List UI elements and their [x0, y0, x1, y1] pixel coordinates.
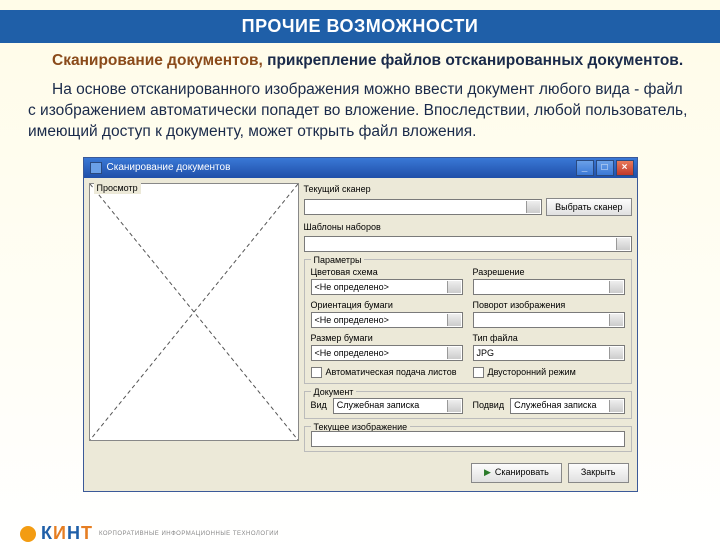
orientation-label: Ориентация бумаги — [311, 299, 463, 311]
preview-label: Просмотр — [94, 182, 141, 194]
preview-pane: Просмотр — [89, 183, 299, 441]
window-title: Сканирование документов — [107, 161, 574, 175]
doc-type-label: Вид — [311, 399, 327, 411]
document-fieldset: Документ Вид Служебная записка Подвид Сл… — [304, 391, 632, 419]
scan-button-label: Сканировать — [495, 466, 549, 478]
scanner-label: Текущий сканер — [304, 183, 632, 195]
autofeed-checkbox[interactable]: Автоматическая подача листов — [311, 366, 463, 378]
scanner-select[interactable] — [304, 199, 543, 215]
preview-placeholder-icon — [90, 184, 298, 440]
doc-subtype-select[interactable]: Служебная записка — [510, 398, 624, 414]
doc-type-select[interactable]: Служебная записка — [333, 398, 463, 414]
doc-subtype-label: Подвид — [473, 399, 505, 411]
autofeed-label: Автоматическая подача листов — [326, 366, 457, 378]
content-area: Сканирование документов, прикрепление фа… — [0, 51, 720, 492]
page-banner: ПРОЧИЕ ВОЗМОЖНОСТИ — [0, 10, 720, 43]
orientation-select[interactable]: <Не определено> — [311, 312, 463, 328]
current-image-field[interactable] — [311, 431, 625, 447]
intro-lead: Сканирование документов, прикрепление фа… — [28, 51, 692, 72]
rotate-label: Поворот изображения — [473, 299, 625, 311]
logo-letter: Т — [81, 523, 92, 544]
logo-disc-icon — [20, 526, 36, 542]
color-select[interactable]: <Не определено> — [311, 279, 463, 295]
format-label: Тип файла — [473, 332, 625, 344]
minimize-button[interactable]: _ — [576, 160, 594, 176]
logo-letter: Н — [67, 523, 80, 544]
app-icon — [90, 162, 102, 174]
document-legend: Документ — [311, 386, 357, 398]
scan-icon: ▶ — [484, 466, 491, 478]
resolution-select[interactable] — [473, 279, 625, 295]
duplex-checkbox[interactable]: Двусторонний режим — [473, 366, 625, 378]
color-label: Цветовая схема — [311, 266, 463, 278]
logo-tagline: КОРПОРАТИВНЫЕ ИНФОРМАЦИОННЫЕ ТЕХНОЛОГИИ — [99, 531, 279, 537]
current-image-fieldset: Текущее изображение — [304, 426, 632, 452]
intro-body: На основе отсканированного изображения м… — [28, 80, 692, 143]
resolution-label: Разрешение — [473, 266, 625, 278]
paper-select[interactable]: <Не определено> — [311, 345, 463, 361]
paper-label: Размер бумаги — [311, 332, 463, 344]
maximize-button[interactable]: □ — [596, 160, 614, 176]
close-window-button[interactable]: × — [616, 160, 634, 176]
params-legend: Параметры — [311, 254, 365, 266]
logo-letter: К — [41, 523, 52, 544]
rotate-select[interactable] — [473, 312, 625, 328]
window-titlebar: Сканирование документов _ □ × — [84, 158, 637, 178]
duplex-label: Двусторонний режим — [488, 366, 576, 378]
scan-button[interactable]: ▶ Сканировать — [471, 463, 562, 483]
intro-lead-rest: прикрепление файлов отсканированных доку… — [267, 52, 683, 69]
close-button[interactable]: Закрыть — [568, 463, 629, 483]
intro-lead-bold: Сканирование документов, — [52, 52, 267, 69]
templates-label: Шаблоны наборов — [304, 221, 632, 233]
select-scanner-button[interactable]: Выбрать сканер — [546, 198, 631, 216]
params-fieldset: Параметры Цветовая схема <Не определено>… — [304, 259, 632, 384]
footer-logo: К И Н Т КОРПОРАТИВНЫЕ ИНФОРМАЦИОННЫЕ ТЕХ… — [20, 523, 279, 544]
app-window: Сканирование документов _ □ × Просмотр Т… — [83, 157, 638, 492]
logo-letter: И — [53, 523, 66, 544]
format-select[interactable]: JPG — [473, 345, 625, 361]
templates-select[interactable] — [304, 236, 632, 252]
